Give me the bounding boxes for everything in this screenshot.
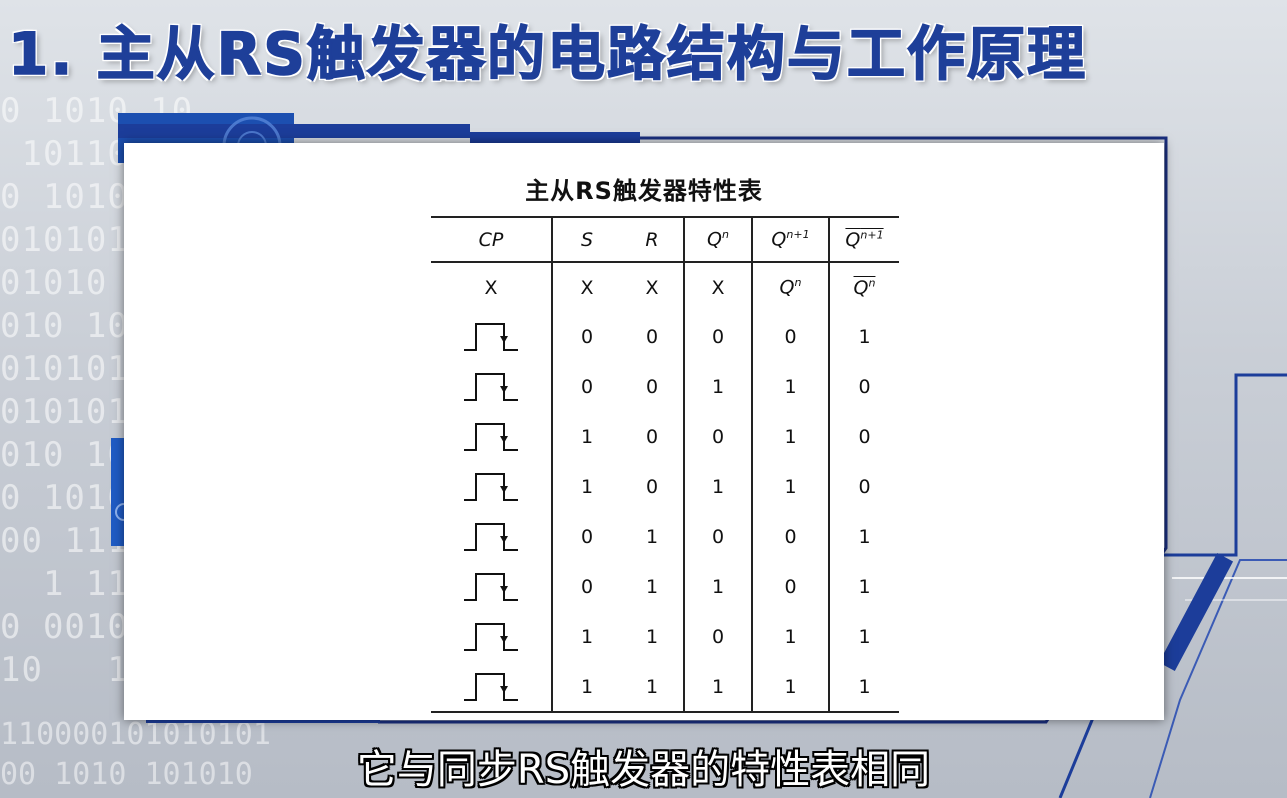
pulse-icon	[464, 672, 518, 701]
cell-q-next: 1	[751, 612, 829, 662]
cell-q: 0	[683, 512, 752, 562]
cell-q-next: 1	[751, 362, 829, 412]
cell-s: 0	[551, 512, 621, 562]
cell-q-next: 0	[751, 312, 829, 362]
cell-r: 0	[645, 326, 659, 348]
characteristic-table: CP S R Qn Qn+1 Qn+1 X X X X Qn Qn 000010…	[431, 216, 899, 713]
pulse-icon	[464, 473, 518, 501]
cell-q-next: 0	[751, 512, 829, 562]
table-row: 11011	[431, 612, 899, 662]
cell-q-next: 1	[751, 412, 829, 462]
cell-q: 0	[683, 612, 752, 662]
cell-q-bar-next: 1	[828, 562, 899, 612]
cell-q: 1	[683, 462, 752, 512]
pulse-icon	[464, 323, 518, 351]
cell-cp	[431, 662, 552, 713]
cell-q-next: 1	[751, 462, 829, 512]
cell-cp	[431, 462, 552, 512]
table-row: 01101	[431, 562, 899, 612]
header-r: R	[621, 216, 684, 263]
cell-r: 0	[645, 376, 659, 398]
cell-s: 0	[551, 362, 621, 412]
cell-s: 0	[551, 312, 621, 362]
table-row: 10110	[431, 462, 899, 512]
pulse-icon	[464, 373, 518, 401]
table-row: 10010	[431, 412, 899, 462]
cell-r: 1	[645, 626, 659, 648]
cell-s: 1	[551, 412, 621, 462]
table-caption: 主从RS触发器特性表	[525, 177, 763, 205]
cell-q-bar-next: 1	[828, 312, 899, 362]
cell-q-next: 1	[751, 662, 829, 713]
cell-r: 1	[645, 576, 659, 598]
header-s: S	[551, 216, 621, 263]
cell-q-bar-next: 1	[828, 512, 899, 562]
cell-cp	[431, 512, 552, 562]
table-row: 00001	[431, 312, 899, 362]
cell-r: 0	[645, 426, 659, 448]
table-row: 01001	[431, 512, 899, 562]
cell-cp	[431, 562, 552, 612]
cell-q-bar-next: 0	[828, 412, 899, 462]
page-title: 1. 主从RS触发器的电路结构与工作原理	[7, 19, 1088, 89]
cell-q-bar-next: 1	[828, 612, 899, 662]
cell-s: 1	[551, 612, 621, 662]
header-q-next: Qn+1	[751, 216, 829, 263]
video-subtitle: 它与同步RS触发器的特性表相同	[356, 747, 931, 793]
cell-q: 1	[683, 562, 752, 612]
cell-cp	[431, 412, 552, 462]
cell-q: X	[683, 262, 752, 312]
cell-q: 0	[683, 412, 752, 462]
table-row: 00110	[431, 362, 899, 412]
cell-cp	[431, 312, 552, 362]
cell-r: 0	[645, 476, 659, 498]
cell-r: 1	[621, 662, 684, 713]
cell-q: 1	[683, 362, 752, 412]
pulse-icon	[464, 523, 518, 551]
table-row: X X X X Qn Qn	[431, 262, 899, 312]
header-q: Qn	[683, 216, 752, 263]
pulse-icon	[464, 423, 518, 451]
cell-cp: X	[484, 276, 498, 299]
table-header-row: CP S R Qn Qn+1 Qn+1	[431, 216, 899, 263]
pulse-icon	[464, 623, 518, 651]
cell-s: 1	[551, 462, 621, 512]
cell-q: 0	[683, 312, 752, 362]
header-q-bar-next: Qn+1	[828, 216, 899, 263]
cell-q-next: 0	[751, 562, 829, 612]
cell-q-next: Qn	[751, 262, 829, 312]
cell-r: X	[645, 276, 659, 299]
cell-q: 1	[683, 662, 752, 713]
cell-q-bar-next: 1	[828, 662, 899, 713]
cell-cp	[431, 612, 552, 662]
cell-r: 1	[645, 526, 659, 548]
cell-cp	[431, 362, 552, 412]
cell-q-bar-next: 0	[828, 462, 899, 512]
cell-s: X	[551, 262, 621, 312]
header-cp: CP	[431, 216, 552, 263]
cell-s: 0	[551, 562, 621, 612]
table-row: 11111	[431, 662, 899, 713]
cell-q-bar-next: 0	[828, 362, 899, 412]
pulse-icon	[464, 573, 518, 601]
content-panel: 主从RS触发器特性表 CP S R Qn Qn+1 Qn+1 X X X X Q…	[124, 143, 1164, 720]
cell-s: 1	[551, 662, 621, 713]
cell-q-bar-next: Qn	[828, 262, 899, 312]
